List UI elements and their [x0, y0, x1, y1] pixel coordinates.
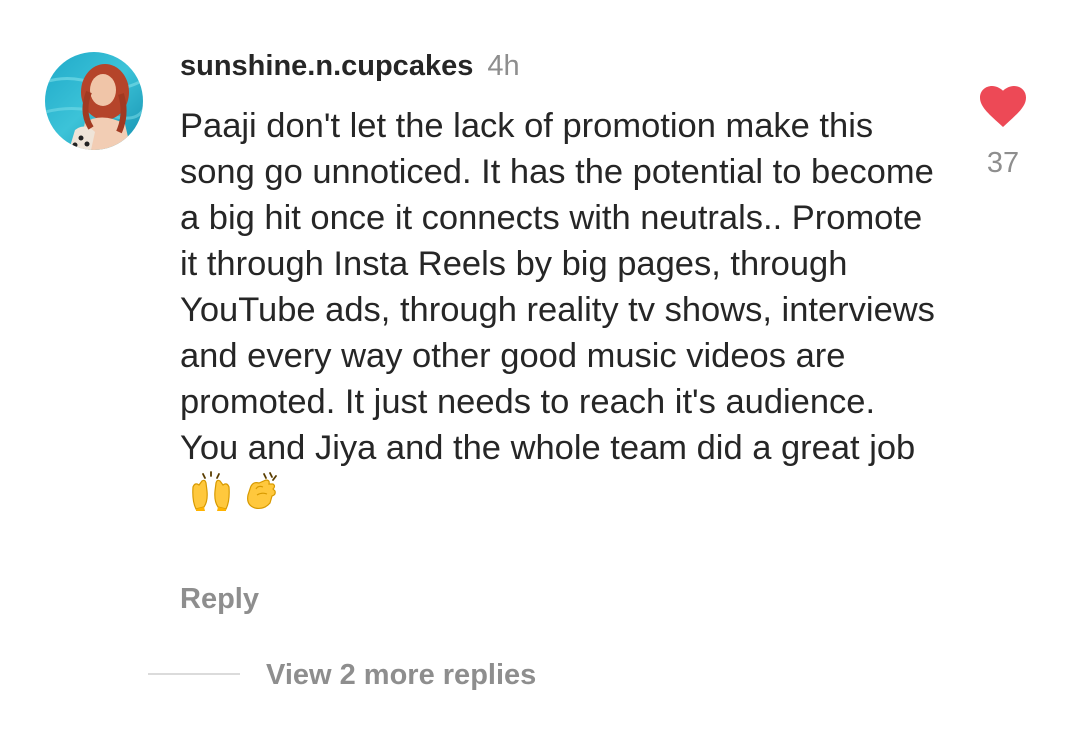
like-button[interactable] [980, 86, 1026, 128]
avatar[interactable] [45, 52, 143, 150]
replies-divider [148, 673, 240, 675]
avatar-photo [45, 52, 143, 150]
username[interactable]: sunshine.n.cupcakes [180, 50, 473, 82]
comment-body: Paaji don't let the lack of promotion ma… [180, 103, 940, 517]
comment-header: sunshine.n.cupcakes 4h [180, 46, 520, 86]
like-count: 37 [986, 147, 1020, 179]
raising-hands-emoji [190, 471, 232, 511]
reply-button[interactable]: Reply [180, 579, 259, 619]
timestamp: 4h [487, 50, 520, 82]
heart-icon [980, 86, 1026, 127]
comment-text: Paaji don't let the lack of promotion ma… [180, 107, 935, 467]
clapping-hands-emoji [242, 471, 282, 511]
view-more-replies-button[interactable]: View 2 more replies [266, 655, 536, 695]
